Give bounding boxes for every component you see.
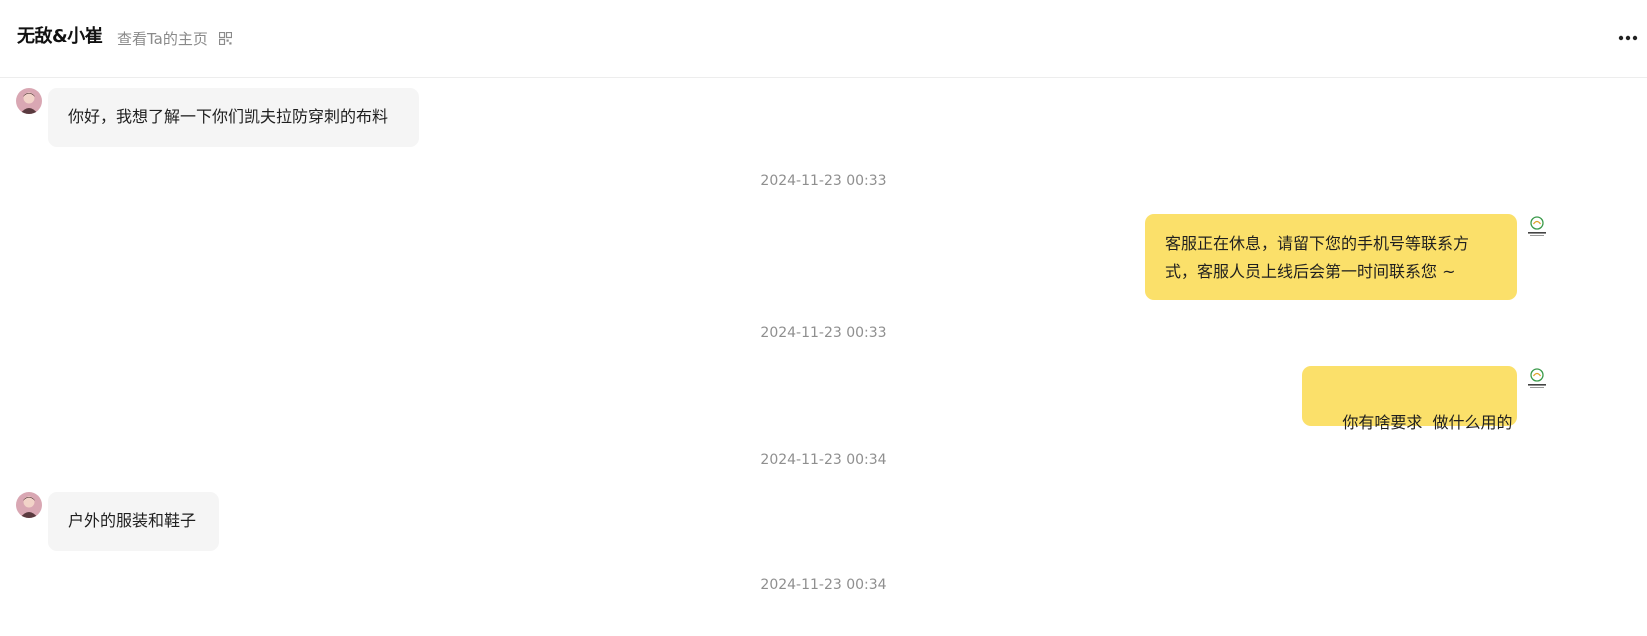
message-timestamp: 2024-11-23 00:34: [760, 452, 887, 468]
message-bubble-incoming[interactable]: 你好，我想了解一下你们凯夫拉防穿刺的布料: [48, 88, 419, 147]
message-list[interactable]: 你好，我想了解一下你们凯夫拉防穿刺的布料 2024-11-23 00:33 客服…: [0, 79, 1647, 636]
shop-logo-icon: [1524, 214, 1550, 240]
message-text: 你好，我想了解一下你们凯夫拉防穿刺的布料: [68, 107, 389, 126]
message-bubble-incoming[interactable]: 户外的服装和鞋子: [48, 492, 219, 551]
shop-logo-icon: [1524, 366, 1550, 392]
user-avatar-icon: [16, 88, 42, 114]
chat-header: 无敌&小崔 查看Ta的主页: [0, 0, 1647, 78]
message-timestamp: 2024-11-23 00:33: [760, 173, 887, 189]
message-timestamp: 2024-11-23 00:34: [760, 577, 887, 593]
contact-avatar[interactable]: [16, 492, 42, 518]
message-text: 客服正在休息，请留下您的手机号等联系方式，客服人员上线后会第一时间联系您 ~: [1165, 234, 1470, 281]
view-profile-link[interactable]: 查看Ta的主页: [117, 29, 208, 49]
user-avatar-icon: [16, 492, 42, 518]
more-horizontal-icon[interactable]: [1617, 28, 1639, 48]
message-bubble-outgoing[interactable]: 你有啥要求 做什么用的: [1302, 366, 1517, 432]
message-timestamp: 2024-11-23 00:33: [760, 325, 887, 341]
shop-avatar[interactable]: [1524, 366, 1550, 392]
message-text: 户外的服装和鞋子: [68, 511, 197, 530]
qr-code-icon[interactable]: [219, 32, 232, 45]
message-text: 你有啥要求 做什么用的: [1342, 413, 1513, 432]
contact-avatar[interactable]: [16, 88, 42, 114]
message-bubble-outgoing[interactable]: 客服正在休息，请留下您的手机号等联系方式，客服人员上线后会第一时间联系您 ~: [1145, 214, 1517, 300]
shop-avatar[interactable]: [1524, 214, 1550, 240]
contact-name: 无敌&小崔: [17, 26, 103, 47]
